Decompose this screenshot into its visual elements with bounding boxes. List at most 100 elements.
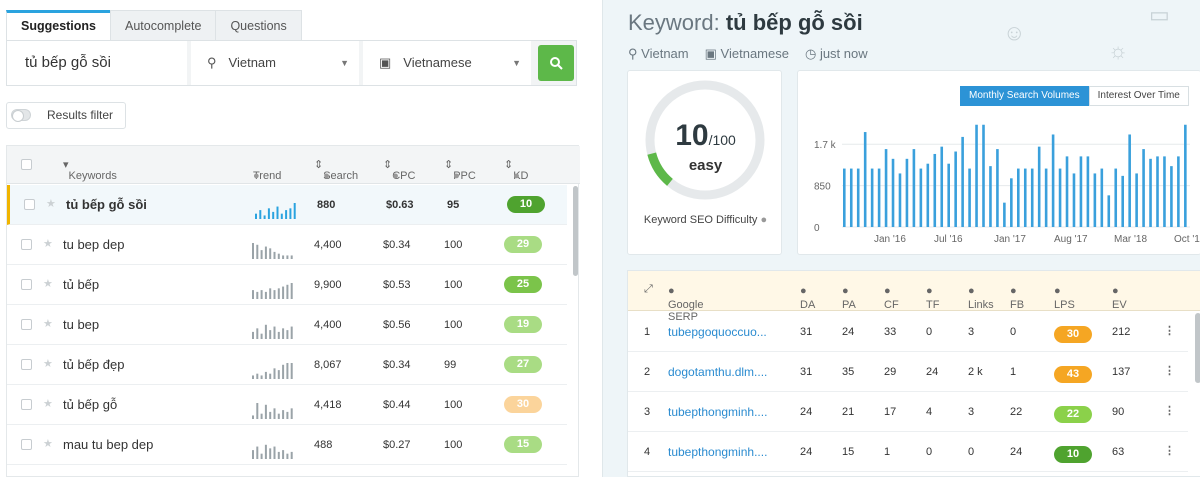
star-icon[interactable]: ★ xyxy=(43,397,53,410)
serp-cf: 29 xyxy=(884,366,897,378)
results-filter-button[interactable]: Results filter xyxy=(6,102,126,129)
chart-bar xyxy=(1156,156,1159,227)
chart-bar xyxy=(1170,166,1173,227)
serp-fb: 24 xyxy=(1010,446,1023,458)
filter-toggle[interactable] xyxy=(11,109,31,122)
star-icon[interactable]: ★ xyxy=(43,237,53,250)
row-checkbox[interactable] xyxy=(21,319,32,330)
row-checkbox[interactable] xyxy=(21,239,32,250)
chart-bar xyxy=(1086,156,1090,227)
tab-suggestions[interactable]: Suggestions xyxy=(6,10,112,40)
col-da: DA ● xyxy=(800,285,816,311)
table-row[interactable]: ★ tủ bếp gỗ sồi 880 $0.63 95 10 xyxy=(7,185,567,225)
trend-bar xyxy=(263,215,266,219)
serp-url-link[interactable]: tubepthongminh.... xyxy=(668,405,767,419)
col-cpc[interactable]: ⇕ CPC ● xyxy=(383,158,415,182)
keyword-text[interactable]: tủ bếp gỗ xyxy=(63,397,117,412)
trend-bar xyxy=(252,415,254,419)
serp-url-link[interactable]: tubepgoquoccuo... xyxy=(668,325,767,339)
trend-bar xyxy=(259,210,262,219)
star-icon[interactable]: ★ xyxy=(43,357,53,370)
chart-bar xyxy=(870,168,874,227)
table-row[interactable]: ★ tủ bếp gỗ 4,418 $0.44 100 30 xyxy=(7,385,567,425)
star-icon[interactable]: ★ xyxy=(43,437,53,450)
table-scrollbar[interactable] xyxy=(573,186,578,276)
trend-bar xyxy=(256,446,259,459)
serp-links: 3 xyxy=(968,406,975,418)
laptop-doodle-icon: ▭ xyxy=(1149,2,1170,27)
search-bar: tủ bếp gỗ sồi ⚲ Vietnam ▼ ▣ Vietnamese ▼ xyxy=(6,40,577,86)
lps-badge: 10 xyxy=(1054,446,1092,463)
chart-bar xyxy=(1017,168,1020,227)
info-icon: ● xyxy=(323,170,330,182)
ppc-value: 100 xyxy=(444,399,463,411)
chart-bar xyxy=(905,158,909,227)
star-icon[interactable]: ★ xyxy=(43,317,53,330)
star-icon[interactable]: ★ xyxy=(43,277,53,290)
serp-links: 3 xyxy=(968,326,975,338)
col-cf: CF ● xyxy=(884,285,899,311)
keyword-text[interactable]: tu bep dep xyxy=(63,237,124,252)
x-tick-label: Aug '17 xyxy=(1054,234,1088,245)
trend-bar xyxy=(290,408,293,419)
table-row[interactable]: ★ tủ bếp 9,900 $0.53 100 25 xyxy=(7,265,567,305)
keyword-text[interactable]: tủ bếp xyxy=(63,277,99,292)
ppc-value: 100 xyxy=(444,279,463,291)
col-kd[interactable]: ⇕ KD ● xyxy=(504,158,529,182)
more-options-icon[interactable]: ⋮ xyxy=(1164,364,1175,377)
keyword-text[interactable]: tu bep xyxy=(63,317,99,332)
meta-updated: ◷ just now xyxy=(804,46,868,61)
chart-bar xyxy=(1184,124,1187,227)
col-search[interactable]: ⇕ Search ● xyxy=(314,158,358,182)
serp-links: 0 xyxy=(968,446,975,458)
tab-autocomplete[interactable]: Autocomplete xyxy=(110,10,217,40)
keyword-text[interactable]: tủ bếp đẹp xyxy=(63,357,124,372)
serp-tf: 4 xyxy=(926,406,933,418)
trend-bar xyxy=(260,413,263,419)
chart-bar xyxy=(1037,146,1041,227)
chart-bar xyxy=(1079,156,1083,227)
row-checkbox[interactable] xyxy=(21,399,32,410)
more-options-icon[interactable]: ⋮ xyxy=(1164,404,1175,417)
serp-scrollbar[interactable] xyxy=(1195,313,1200,383)
trend-bar xyxy=(273,408,276,419)
serp-links: 2 k xyxy=(968,366,983,378)
star-icon[interactable]: ★ xyxy=(46,197,56,210)
row-checkbox[interactable] xyxy=(21,359,32,370)
language-select[interactable]: ▣ Vietnamese ▼ xyxy=(363,41,531,85)
serp-url-link[interactable]: tubepthongminh.... xyxy=(668,445,767,459)
search-button[interactable] xyxy=(538,45,574,81)
trend-bar xyxy=(269,248,272,259)
more-options-icon[interactable]: ⋮ xyxy=(1164,324,1175,337)
keyword-input[interactable]: tủ bếp gỗ sồi xyxy=(7,41,187,85)
expand-icon[interactable]: ⤢ xyxy=(644,283,653,296)
serp-rank: 2 xyxy=(644,366,651,378)
tab-questions[interactable]: Questions xyxy=(215,10,302,40)
trend-bar xyxy=(269,411,272,419)
keyword-text[interactable]: mau tu bep dep xyxy=(63,437,153,452)
row-checkbox[interactable] xyxy=(21,279,32,290)
trend-bar xyxy=(273,326,276,339)
col-keywords[interactable]: ▾ Keywords xyxy=(63,158,117,182)
table-row[interactable]: ★ tu bep dep 4,400 $0.34 100 29 xyxy=(7,225,567,265)
location-select[interactable]: ⚲ Vietnam ▼ xyxy=(191,41,359,85)
serp-url-link[interactable]: dogotamthu.dlm.... xyxy=(668,365,767,379)
trend-bar xyxy=(252,375,254,379)
keyword-text[interactable]: tủ bếp gỗ sồi xyxy=(66,197,147,212)
row-checkbox[interactable] xyxy=(21,439,32,450)
trend-bar xyxy=(286,453,289,459)
table-row[interactable]: ★ tu bep 4,400 $0.56 100 19 xyxy=(7,305,567,345)
chart-bar xyxy=(968,168,971,227)
info-icon: ● xyxy=(453,170,460,182)
col-fb: FB ● xyxy=(1010,285,1025,311)
col-ppc[interactable]: ⇕ PPC ● xyxy=(444,158,476,182)
table-row[interactable]: ★ mau tu bep dep 488 $0.27 100 15 xyxy=(7,425,567,465)
serp-tf: 0 xyxy=(926,326,933,338)
chart-bar xyxy=(843,168,846,227)
table-row[interactable]: ★ tủ bếp đẹp 8,067 $0.34 99 27 xyxy=(7,345,567,385)
language-value: Vietnamese xyxy=(403,55,472,70)
more-options-icon[interactable]: ⋮ xyxy=(1164,444,1175,457)
select-all-checkbox[interactable] xyxy=(21,159,32,170)
row-checkbox[interactable] xyxy=(24,199,35,210)
search-volume: 4,400 xyxy=(314,319,342,331)
